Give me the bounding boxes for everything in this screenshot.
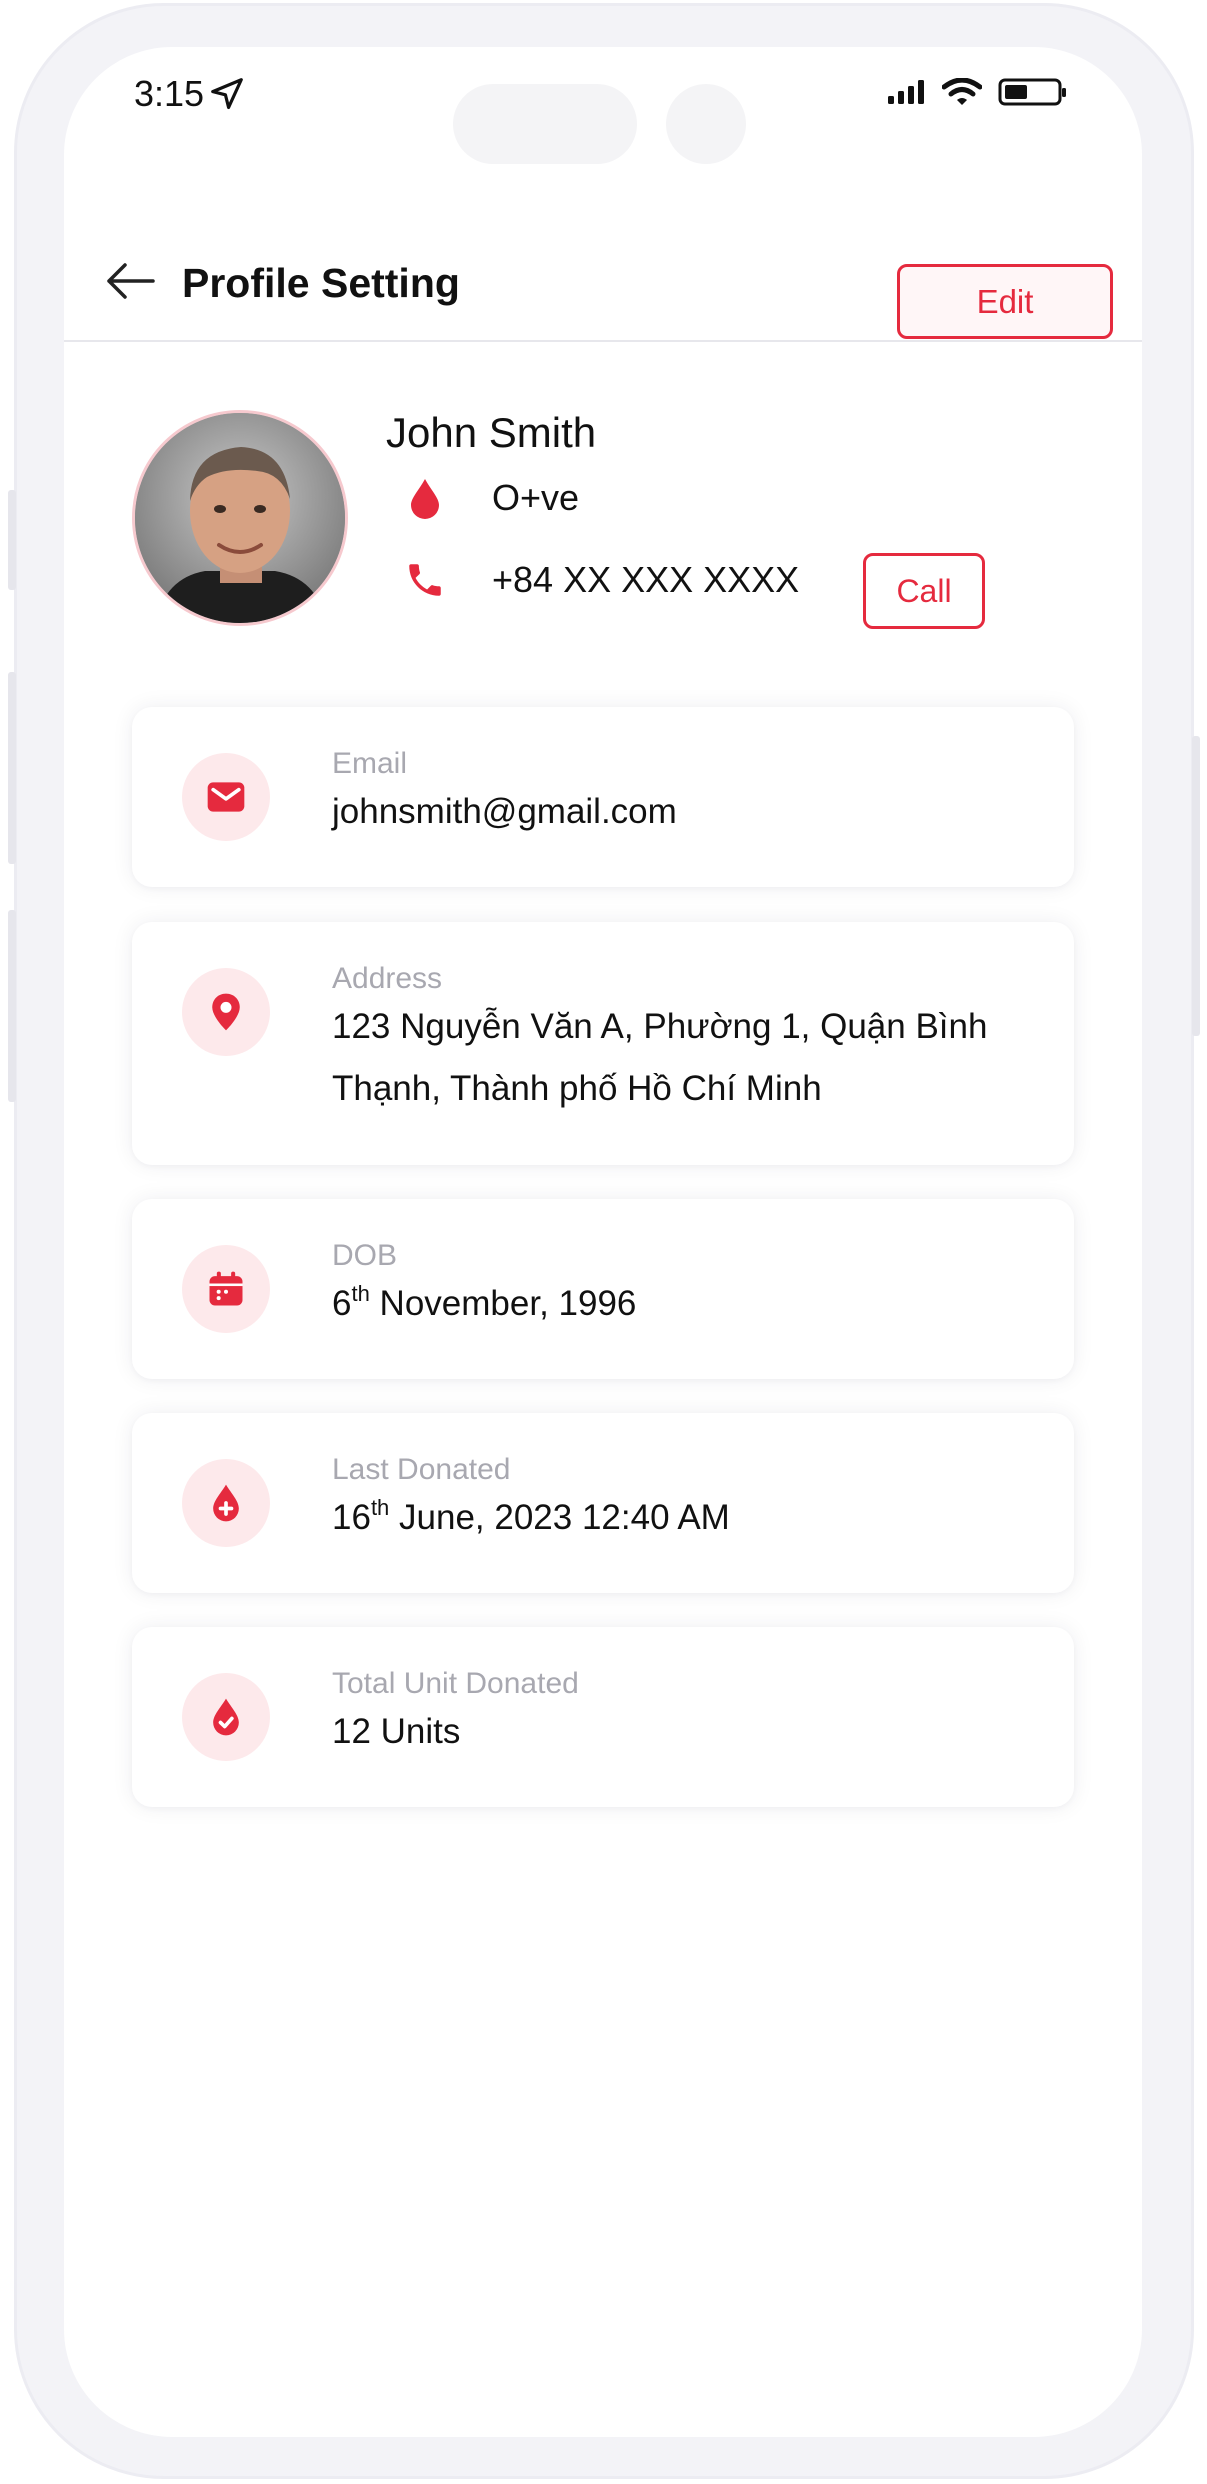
- dynamic-island: [453, 84, 637, 164]
- profile-photo: [135, 413, 345, 623]
- dynamic-island-camera: [666, 84, 746, 164]
- mute-switch: [8, 490, 16, 590]
- volume-down-button: [8, 910, 16, 1102]
- last-donated-day: 16: [332, 1498, 371, 1537]
- address-label: Address: [332, 962, 443, 995]
- location-arrow-icon: [211, 78, 243, 110]
- blood-group-value: O+ve: [492, 477, 580, 518]
- app-header: Profile Setting Edit: [64, 202, 1142, 342]
- email-label: Email: [332, 747, 408, 780]
- calendar-icon: [182, 1245, 270, 1333]
- address-card: Address 123 Nguyễn Văn A, Phường 1, Quận…: [132, 922, 1074, 1165]
- total-units-value: 12 Units: [332, 1712, 461, 1751]
- email-card: Email johnsmith@gmail.com: [132, 707, 1074, 887]
- last-donated-value: 16th June, 2023 12:40 AM: [332, 1487, 1032, 1549]
- avatar: [132, 410, 348, 626]
- call-button[interactable]: Call: [863, 553, 985, 629]
- page-title: Profile Setting: [182, 260, 460, 306]
- total-units-card: Total Unit Donated 12 Units: [132, 1627, 1074, 1807]
- status-icons: [888, 77, 1068, 107]
- phone-icon: [404, 557, 446, 603]
- dob-label: DOB: [332, 1239, 398, 1272]
- last-donated-label: Last Donated: [332, 1453, 511, 1486]
- dob-day-suffix: th: [351, 1281, 370, 1306]
- status-time-text: 3:15: [134, 73, 205, 114]
- cellular-signal-icon: [888, 80, 924, 104]
- last-donated-day-suffix: th: [370, 1495, 390, 1520]
- blood-group-row: O+ve: [404, 475, 579, 521]
- address-value: 123 Nguyễn Văn A, Phường 1, Quận Bình Th…: [332, 1007, 988, 1108]
- screen: 3:15 Profile Setting Edit John Smith O+v…: [64, 47, 1142, 2437]
- dob-card: DOB 6th November, 1996: [132, 1199, 1074, 1379]
- arrow-left-icon: [107, 263, 155, 299]
- back-button[interactable]: [102, 256, 158, 306]
- email-value: johnsmith@gmail.com: [332, 792, 677, 831]
- phone-row: +84 XX XXX XXXX: [404, 557, 799, 603]
- blood-drop-icon: [404, 475, 446, 521]
- volume-up-button: [8, 672, 16, 864]
- dob-rest: November, 1996: [369, 1284, 637, 1323]
- dob-day: 6: [332, 1284, 352, 1323]
- mail-icon: [182, 753, 270, 841]
- dob-value: 6th November, 1996: [332, 1273, 1032, 1335]
- wifi-icon: [942, 78, 982, 105]
- edit-button[interactable]: Edit: [897, 264, 1113, 339]
- status-time: 3:15: [134, 73, 246, 115]
- battery-icon: [998, 78, 1066, 106]
- last-donated-rest: June, 2023 12:40 AM: [389, 1498, 730, 1537]
- last-donated-card: Last Donated 16th June, 2023 12:40 AM: [132, 1413, 1074, 1593]
- total-units-label: Total Unit Donated: [332, 1667, 579, 1700]
- blood-drop-check-icon: [182, 1673, 270, 1761]
- location-pin-icon: [182, 968, 270, 1056]
- phone-number: +84 XX XXX XXXX: [492, 559, 800, 600]
- profile-name: John Smith: [386, 409, 597, 456]
- blood-drop-plus-icon: [182, 1459, 270, 1547]
- power-button: [1192, 736, 1200, 1036]
